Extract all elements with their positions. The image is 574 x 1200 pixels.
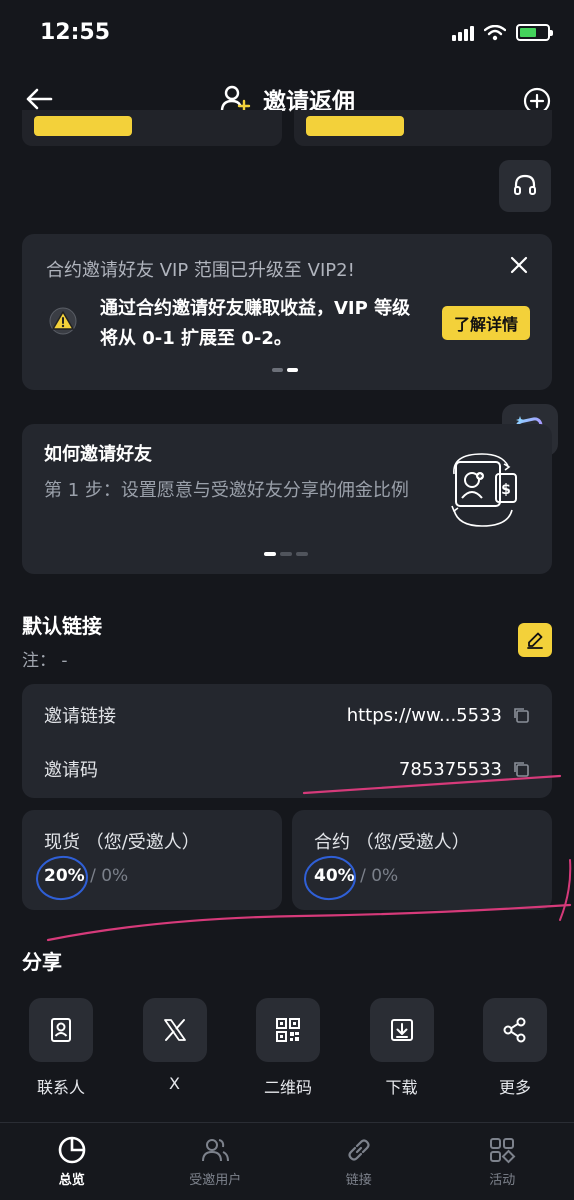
spot-rate-self: 20% — [44, 866, 85, 886]
default-link-title: 默认链接 — [22, 614, 102, 638]
nav-label: 活动 — [489, 1173, 516, 1188]
nav-invitees[interactable]: 受邀用户 — [160, 1135, 270, 1188]
invite-link-value: https://ww...5533 — [346, 704, 502, 726]
promo-card-button[interactable] — [34, 116, 132, 136]
howto-title: 如何邀请好友 — [44, 444, 152, 465]
futures-rate-invitee: / 0% — [354, 866, 399, 886]
notice-body: 通过合约邀请好友赚取收益，VIP 等级将从 0-1 扩展至 0-2。 — [100, 298, 411, 349]
share-options: 联系人 X 二维码 下载 更多 — [28, 998, 548, 1098]
headset-icon — [514, 174, 536, 195]
share-download-button[interactable] — [369, 998, 434, 1062]
copy-icon[interactable] — [512, 706, 530, 724]
spot-rate-invitee: / 0% — [84, 866, 129, 886]
share-label: 二维码 — [263, 1078, 312, 1097]
share-more-button[interactable] — [483, 998, 547, 1062]
invite-code-value: 785375533 — [398, 758, 502, 780]
contacts-icon — [51, 1018, 71, 1042]
notice-banner: 合约邀请好友 VIP 范围已升级至 VIP2! 通过合约邀请好友赚取收益，VIP… — [22, 234, 552, 390]
share-contacts-button[interactable] — [29, 998, 93, 1062]
share-label: 下载 — [385, 1078, 418, 1097]
share-x[interactable]: X — [142, 998, 208, 1098]
edit-link-button[interactable] — [518, 623, 552, 657]
carousel-dots — [264, 552, 308, 556]
howto-step: 第 1 步：设置愿意与受邀好友分享的佣金比例 — [44, 480, 409, 501]
pink-underline-stroke — [559, 859, 572, 921]
share-x-button[interactable] — [142, 998, 207, 1062]
svg-text:$: $ — [501, 482, 511, 498]
pink-underline-stroke — [46, 903, 572, 942]
spot-rate-value: 20% / 0% — [44, 866, 128, 886]
share-label: 联系人 — [36, 1078, 85, 1097]
status-time: 12:55 — [40, 20, 111, 45]
status-icons — [452, 24, 553, 41]
carousel-dot[interactable] — [264, 552, 276, 556]
share-contacts[interactable]: 联系人 — [28, 998, 94, 1098]
futures-rate-card: 合约 （您/受邀人） 40% / 0% — [292, 810, 552, 910]
spot-rate-label: 现货 （您/受邀人） — [44, 832, 200, 853]
futures-rate-value: 40% / 0% — [314, 866, 398, 886]
share-icon — [503, 1017, 526, 1043]
spot-rate-card: 现货 （您/受邀人） 20% / 0% — [22, 810, 282, 910]
commission-share-illustration-icon: $ — [451, 453, 517, 527]
nav-activities[interactable]: 活动 — [447, 1135, 557, 1188]
download-icon — [390, 1019, 413, 1041]
customer-support-button[interactable] — [499, 160, 551, 212]
carousel-dots — [272, 368, 298, 372]
carousel-dot[interactable] — [280, 552, 292, 556]
notice-title: 合约邀请好友 VIP 范围已升级至 VIP2! — [46, 260, 355, 281]
promo-card-button[interactable] — [306, 116, 404, 136]
nav-links[interactable]: 链接 — [304, 1135, 414, 1188]
share-download[interactable]: 下载 — [369, 998, 435, 1098]
signal-icon — [452, 25, 474, 41]
battery-icon — [516, 24, 553, 41]
qr-code-icon — [276, 1018, 300, 1042]
carousel-dot[interactable] — [287, 368, 298, 372]
invite-code-row: 邀请码 785375533 — [44, 756, 530, 782]
invite-code-label: 邀请码 — [44, 760, 98, 781]
futures-rate-label: 合约 （您/受邀人） — [314, 832, 470, 853]
carousel-dot[interactable] — [272, 368, 283, 372]
share-label: 更多 — [498, 1078, 531, 1097]
how-to-invite-card[interactable]: 如何邀请好友 第 1 步：设置愿意与受邀好友分享的佣金比例 $ — [22, 424, 552, 574]
share-qr-button[interactable] — [256, 998, 320, 1062]
nav-label: 受邀用户 — [189, 1173, 242, 1188]
copy-icon[interactable] — [512, 760, 530, 778]
learn-more-button[interactable]: 了解详情 — [441, 306, 530, 340]
promo-card-left — [22, 110, 282, 146]
invite-link-label: 邀请链接 — [44, 706, 116, 727]
pie-chart-icon — [58, 1136, 86, 1164]
share-qr[interactable]: 二维码 — [255, 998, 321, 1098]
nav-label: 链接 — [345, 1173, 372, 1188]
link-icon — [348, 1139, 370, 1161]
default-link-note: 注： - — [22, 651, 68, 671]
activity-grid-icon — [490, 1138, 516, 1164]
invite-link-card: 邀请链接 https://ww...5533 邀请码 785375533 — [22, 684, 552, 798]
warning-icon — [49, 307, 77, 335]
share-label: X — [169, 1074, 180, 1093]
carousel-dot[interactable] — [296, 552, 308, 556]
share-more[interactable]: 更多 — [482, 998, 548, 1098]
wifi-icon — [484, 24, 506, 40]
invite-link-row: 邀请链接 https://ww...5533 — [44, 702, 530, 728]
bottom-nav: 总览 受邀用户 链接 活动 — [0, 1122, 574, 1200]
share-title: 分享 — [22, 950, 62, 974]
futures-rate-self: 40% — [314, 866, 355, 886]
close-icon[interactable] — [508, 254, 530, 276]
x-logo-icon — [163, 1019, 186, 1041]
nav-label: 总览 — [58, 1173, 85, 1188]
promo-card-right — [294, 110, 552, 146]
pencil-icon — [527, 632, 543, 649]
nav-overview[interactable]: 总览 — [17, 1135, 127, 1188]
users-icon — [202, 1139, 230, 1162]
